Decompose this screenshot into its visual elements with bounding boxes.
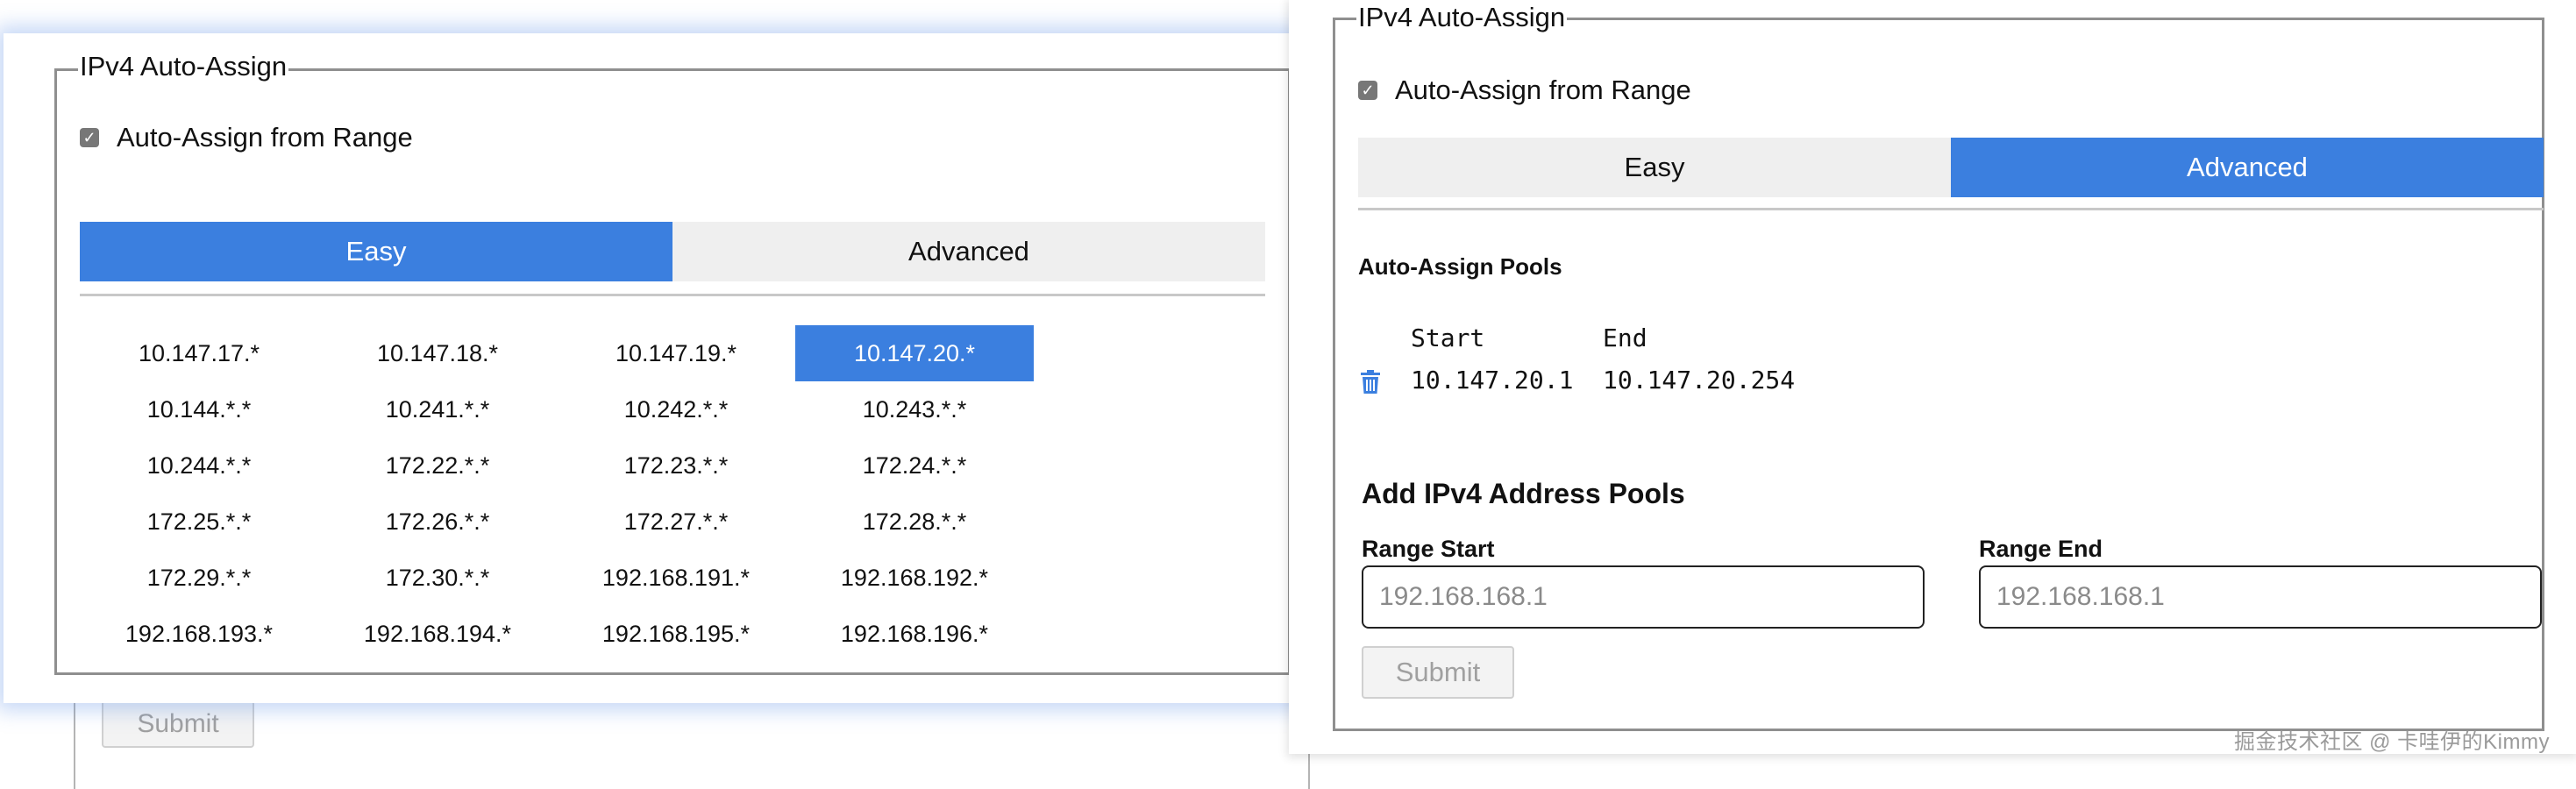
checkmark-icon[interactable]: ✓ <box>80 128 99 147</box>
auto-assign-pools-title: Auto-Assign Pools <box>1358 253 1562 280</box>
checkmark-icon[interactable]: ✓ <box>1358 81 1377 100</box>
add-pools-title: Add IPv4 Address Pools <box>1362 478 1685 509</box>
range-option[interactable]: 10.244.*.* <box>80 437 318 494</box>
range-option[interactable]: 172.28.*.* <box>795 494 1034 550</box>
range-option[interactable]: 172.24.*.* <box>795 437 1034 494</box>
range-option[interactable]: 10.147.18.* <box>318 325 557 381</box>
background-submit-button[interactable]: Submit <box>102 700 254 748</box>
tab-divider <box>80 294 1265 296</box>
right-panel-advanced-view: IPv4 Auto-Assign ✓ Auto-Assign from Rang… <box>1289 0 2576 754</box>
range-option[interactable]: 172.29.*.* <box>80 550 318 606</box>
range-start-input[interactable] <box>1362 565 1925 629</box>
range-option[interactable]: 10.147.20.* <box>795 325 1034 381</box>
mode-tabs: Easy Advanced <box>1358 138 2544 197</box>
mode-tabs: Easy Advanced <box>80 222 1265 281</box>
ipv4-auto-assign-fieldset: IPv4 Auto-Assign ✓ Auto-Assign from Rang… <box>1333 3 2544 731</box>
range-option[interactable]: 10.144.*.* <box>80 381 318 437</box>
pool-header-end: End <box>1603 323 1647 352</box>
ipv4-auto-assign-fieldset: IPv4 Auto-Assign ✓ Auto-Assign from Rang… <box>54 52 1291 675</box>
auto-assign-checkbox-row[interactable]: ✓ Auto-Assign from Range <box>1358 75 1691 106</box>
tab-advanced[interactable]: Advanced <box>1951 138 2544 197</box>
range-option[interactable]: 192.168.195.* <box>557 606 795 662</box>
fieldset-legend: IPv4 Auto-Assign <box>1356 2 1568 32</box>
range-option[interactable]: 192.168.194.* <box>318 606 557 662</box>
watermark: 掘金技术社区 @ 卡哇伊的Kimmy <box>2233 730 2550 754</box>
tab-easy[interactable]: Easy <box>80 222 672 281</box>
trash-icon[interactable] <box>1358 369 1383 395</box>
range-option[interactable]: 172.25.*.* <box>80 494 318 550</box>
range-option[interactable]: 192.168.191.* <box>557 550 795 606</box>
tab-divider <box>1358 208 2544 210</box>
tab-advanced[interactable]: Advanced <box>672 222 1265 281</box>
range-option[interactable]: 192.168.196.* <box>795 606 1034 662</box>
range-option[interactable]: 10.147.19.* <box>557 325 795 381</box>
auto-assign-checkbox-label: Auto-Assign from Range <box>1395 75 1691 105</box>
range-start-label: Range Start <box>1362 536 1495 562</box>
submit-button[interactable]: Submit <box>1362 646 1514 699</box>
range-option[interactable]: 10.241.*.* <box>318 381 557 437</box>
range-option[interactable]: 10.242.*.* <box>557 381 795 437</box>
pool-start-value: 10.147.20.1 <box>1411 366 1574 394</box>
range-option[interactable]: 172.30.*.* <box>318 550 557 606</box>
range-option[interactable]: 172.26.*.* <box>318 494 557 550</box>
range-end-input[interactable] <box>1979 565 2542 629</box>
range-option[interactable]: 192.168.192.* <box>795 550 1034 606</box>
range-option[interactable]: 192.168.193.* <box>80 606 318 662</box>
auto-assign-checkbox-label: Auto-Assign from Range <box>117 122 413 153</box>
range-option[interactable]: 10.243.*.* <box>795 381 1034 437</box>
pool-header-start: Start <box>1411 323 1485 352</box>
range-option[interactable]: 172.23.*.* <box>557 437 795 494</box>
range-end-label: Range End <box>1979 536 2103 562</box>
fieldset-legend: IPv4 Auto-Assign <box>78 51 289 82</box>
range-option[interactable]: 172.22.*.* <box>318 437 557 494</box>
left-panel-easy-view: IPv4 Auto-Assign ✓ Auto-Assign from Rang… <box>4 33 1306 703</box>
range-option[interactable]: 172.27.*.* <box>557 494 795 550</box>
tab-easy[interactable]: Easy <box>1358 138 1951 197</box>
auto-assign-checkbox-row[interactable]: ✓ Auto-Assign from Range <box>80 122 413 153</box>
pool-end-value: 10.147.20.254 <box>1603 366 1796 394</box>
range-option[interactable]: 10.147.17.* <box>80 325 318 381</box>
